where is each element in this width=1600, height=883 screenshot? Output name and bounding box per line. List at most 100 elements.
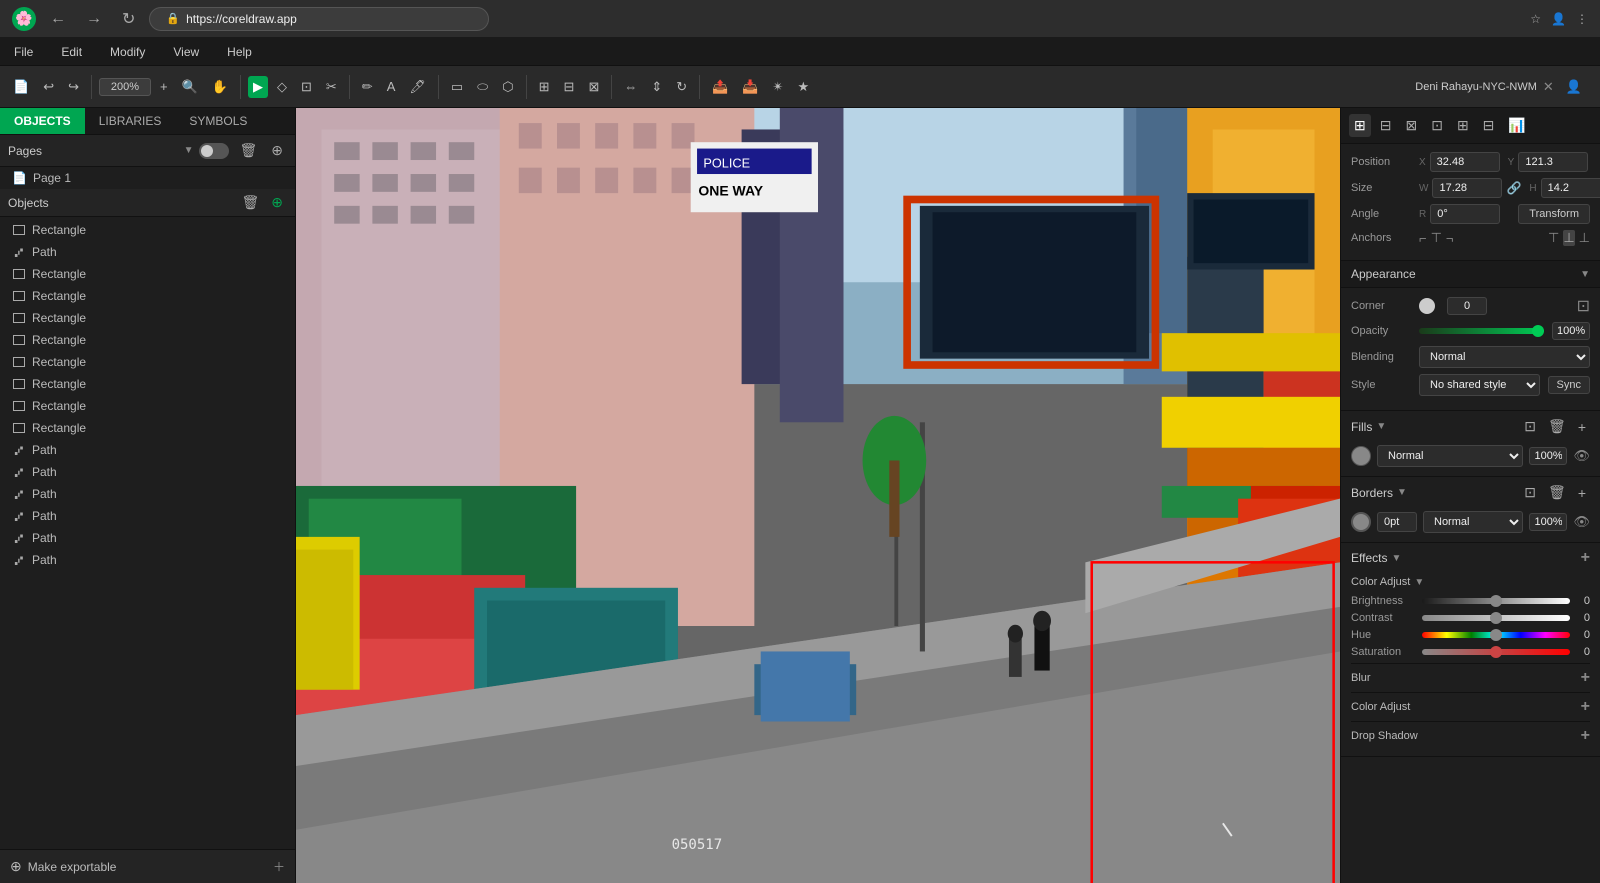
anchor-top-left[interactable]: ⌐: [1419, 230, 1427, 246]
address-bar[interactable]: 🔒 https://coreldraw.app: [149, 7, 489, 31]
panel-chart-btn[interactable]: 📊: [1503, 114, 1530, 137]
import-btn[interactable]: 📥: [737, 76, 763, 98]
fills-options-btn[interactable]: ⊡: [1520, 417, 1540, 436]
toggle-visibility[interactable]: [199, 143, 229, 159]
fill-visibility-btn[interactable]: 👁: [1573, 448, 1590, 464]
size-h-input[interactable]: [1541, 178, 1600, 198]
borders-delete-btn[interactable]: 🗑: [1544, 483, 1570, 502]
panel-grid-btn[interactable]: ⊟: [1478, 114, 1500, 137]
tab-objects[interactable]: OBJECTS: [0, 108, 85, 134]
object-item-rectangle-3[interactable]: Rectangle: [0, 285, 295, 307]
user-profile-btn[interactable]: 👤: [1566, 79, 1582, 95]
object-item-path-4[interactable]: ⑇ Path: [0, 483, 295, 505]
group-btn[interactable]: ⊟: [559, 76, 580, 98]
hue-slider[interactable]: [1422, 632, 1570, 638]
zoom-in-btn[interactable]: +: [155, 76, 173, 97]
anchor-mid-center[interactable]: ⊥: [1563, 230, 1574, 246]
object-item-rectangle-9[interactable]: Rectangle: [0, 417, 295, 439]
object-item-rectangle-5[interactable]: Rectangle: [0, 329, 295, 351]
page-1-item[interactable]: 📄 Page 1: [0, 167, 295, 189]
menu-icon[interactable]: ⋮: [1576, 12, 1588, 26]
rotate-btn[interactable]: ↻: [671, 76, 692, 98]
object-item-path-7[interactable]: ⑇ Path: [0, 549, 295, 571]
crop-btn[interactable]: ✂: [321, 76, 342, 98]
color-adjust2-add-btn[interactable]: +: [1581, 698, 1590, 716]
border-blend-select[interactable]: Normal: [1423, 511, 1523, 533]
tab-symbols[interactable]: SYMBOLS: [175, 108, 261, 134]
flip-h-btn[interactable]: ⇔: [619, 76, 642, 97]
menu-file[interactable]: File: [8, 43, 39, 61]
object-item-path-1[interactable]: ⑇ Path: [0, 241, 295, 263]
corner-options-icon[interactable]: ⊡: [1577, 296, 1590, 316]
exportable-add-icon[interactable]: ＋: [273, 858, 285, 875]
object-item-path-5[interactable]: ⑇ Path: [0, 505, 295, 527]
tab-libraries[interactable]: LIBRARIES: [85, 108, 176, 134]
canvas-area[interactable]: POLICE ONE WAY 050517 Deni Rahayu: [296, 108, 1340, 883]
border-size-input[interactable]: [1377, 512, 1417, 532]
back-button[interactable]: ←: [44, 8, 72, 30]
border-color-swatch[interactable]: [1351, 512, 1371, 532]
border-opacity-input[interactable]: [1529, 513, 1567, 531]
menu-modify[interactable]: Modify: [104, 43, 151, 61]
object-item-rectangle-4[interactable]: Rectangle: [0, 307, 295, 329]
zoom-fit-btn[interactable]: 🔍: [177, 76, 203, 98]
sync-button[interactable]: Sync: [1548, 376, 1590, 394]
saturation-slider[interactable]: [1422, 649, 1570, 655]
ellipse-btn[interactable]: ⬭: [472, 76, 493, 98]
flip-v-btn[interactable]: ⇕: [646, 76, 667, 98]
menu-help[interactable]: Help: [221, 43, 258, 61]
panel-distribute-btn[interactable]: ⊠: [1400, 114, 1422, 137]
opacity-slider[interactable]: [1419, 328, 1544, 334]
blending-select[interactable]: Normal: [1419, 346, 1590, 368]
profile-icon[interactable]: 👤: [1551, 12, 1566, 26]
delete-object-btn[interactable]: 🗑: [237, 193, 263, 212]
node-btn[interactable]: ◇: [272, 76, 292, 98]
forward-button[interactable]: →: [80, 8, 108, 30]
menu-edit[interactable]: Edit: [55, 43, 88, 61]
style-select[interactable]: No shared style: [1419, 374, 1540, 396]
effects-add-btn[interactable]: +: [1581, 549, 1590, 567]
new-btn[interactable]: 📄: [8, 76, 34, 98]
text-btn[interactable]: A: [382, 76, 401, 97]
redo-btn[interactable]: ↪: [63, 76, 84, 98]
angle-input[interactable]: [1430, 204, 1500, 224]
object-item-path-2[interactable]: ⑇ Path: [0, 439, 295, 461]
undo-btn[interactable]: ↩: [38, 76, 59, 98]
ungroup-btn[interactable]: ⊠: [583, 76, 604, 98]
pan-btn[interactable]: ✋: [207, 76, 233, 98]
fill-opacity-input[interactable]: [1529, 447, 1567, 465]
reload-button[interactable]: ↻: [116, 7, 141, 31]
color-adjust-header[interactable]: Color Adjust ▼: [1351, 573, 1590, 591]
object-item-path-3[interactable]: ⑇ Path: [0, 461, 295, 483]
contrast-slider[interactable]: [1422, 615, 1570, 621]
delete-page-btn[interactable]: 🗑: [235, 141, 261, 160]
export-btn[interactable]: 📤: [707, 76, 733, 98]
select-btn[interactable]: ▶: [248, 76, 268, 98]
fills-add-btn[interactable]: +: [1574, 417, 1590, 436]
transform-btn[interactable]: ⊡: [296, 76, 317, 98]
zoom-input[interactable]: 200%: [99, 78, 151, 96]
object-item-rectangle-8[interactable]: Rectangle: [0, 395, 295, 417]
borders-options-btn[interactable]: ⊡: [1520, 483, 1540, 502]
anchor-top-right[interactable]: ¬: [1446, 230, 1454, 246]
drop-shadow-add-btn[interactable]: +: [1581, 727, 1590, 745]
lock-proportions-icon[interactable]: 🔗: [1506, 181, 1521, 195]
bookmark-icon[interactable]: ☆: [1530, 12, 1541, 26]
make-exportable-section[interactable]: ⊕ Make exportable ＋: [0, 849, 295, 883]
fills-delete-btn[interactable]: 🗑: [1544, 417, 1570, 436]
object-item-rectangle-1[interactable]: Rectangle: [0, 219, 295, 241]
borders-add-btn[interactable]: +: [1574, 483, 1590, 502]
pen-btn[interactable]: 🖊: [404, 76, 431, 98]
brightness-slider[interactable]: [1422, 598, 1570, 604]
fill-color-swatch[interactable]: [1351, 446, 1371, 466]
panel-align-btn[interactable]: ⊟: [1375, 114, 1397, 137]
object-item-rectangle-2[interactable]: Rectangle: [0, 263, 295, 285]
corner-input[interactable]: [1447, 297, 1487, 315]
object-item-path-6[interactable]: ⑇ Path: [0, 527, 295, 549]
page-settings-btn[interactable]: ⊕: [267, 141, 287, 160]
polygon-btn[interactable]: ⬡: [497, 76, 518, 98]
pencil-btn[interactable]: ✏: [357, 76, 378, 98]
opacity-input[interactable]: [1552, 322, 1590, 340]
transform-button[interactable]: Transform: [1518, 204, 1590, 224]
align-btn[interactable]: ⊞: [534, 76, 555, 98]
